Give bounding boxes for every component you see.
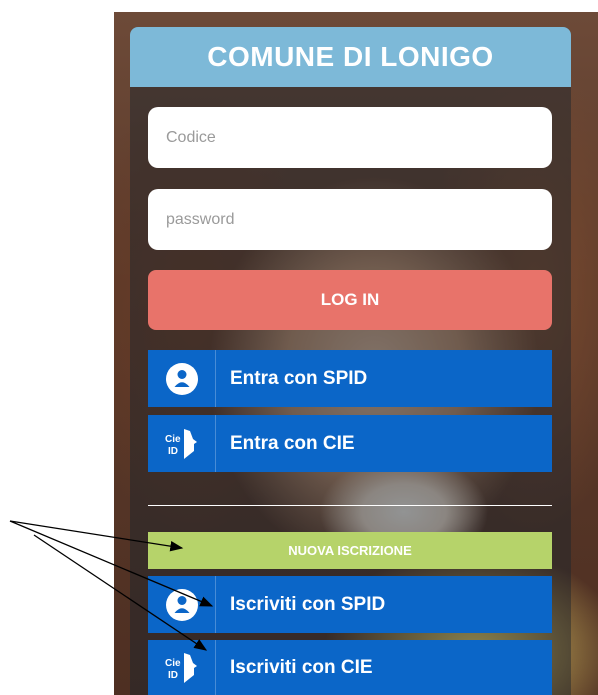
cie-register-button[interactable]: Cie ID Iscriviti con CIE <box>148 640 552 695</box>
spid-register-label: Iscriviti con SPID <box>230 593 386 615</box>
spid-user-icon <box>148 576 216 633</box>
code-input[interactable] <box>148 107 552 168</box>
cie-login-label: Entra con CIE <box>230 432 355 454</box>
svg-text:ID: ID <box>168 670 178 681</box>
svg-text:ID: ID <box>168 446 178 457</box>
divider <box>148 505 552 506</box>
spid-login-button[interactable]: Entra con SPID <box>148 350 552 407</box>
svg-text:Cie: Cie <box>165 658 181 669</box>
cie-id-icon: Cie ID <box>148 640 216 695</box>
new-registration-label: NUOVA ISCRIZIONE <box>288 543 412 558</box>
svg-text:Cie: Cie <box>165 434 181 445</box>
password-input[interactable] <box>148 189 552 250</box>
new-registration-button[interactable]: NUOVA ISCRIZIONE <box>148 532 552 569</box>
cie-register-label: Iscriviti con CIE <box>230 656 373 678</box>
page-header: COMUNE DI LONIGO <box>130 27 571 87</box>
spid-user-icon <box>148 350 216 407</box>
cie-id-icon: Cie ID <box>148 415 216 472</box>
login-button[interactable]: LOG IN <box>148 270 552 330</box>
spid-login-label: Entra con SPID <box>230 367 368 389</box>
page-title: COMUNE DI LONIGO <box>207 41 494 72</box>
login-button-label: LOG IN <box>320 290 380 309</box>
spid-register-button[interactable]: Iscriviti con SPID <box>148 576 552 633</box>
cie-login-button[interactable]: Cie ID Entra con CIE <box>148 415 552 472</box>
